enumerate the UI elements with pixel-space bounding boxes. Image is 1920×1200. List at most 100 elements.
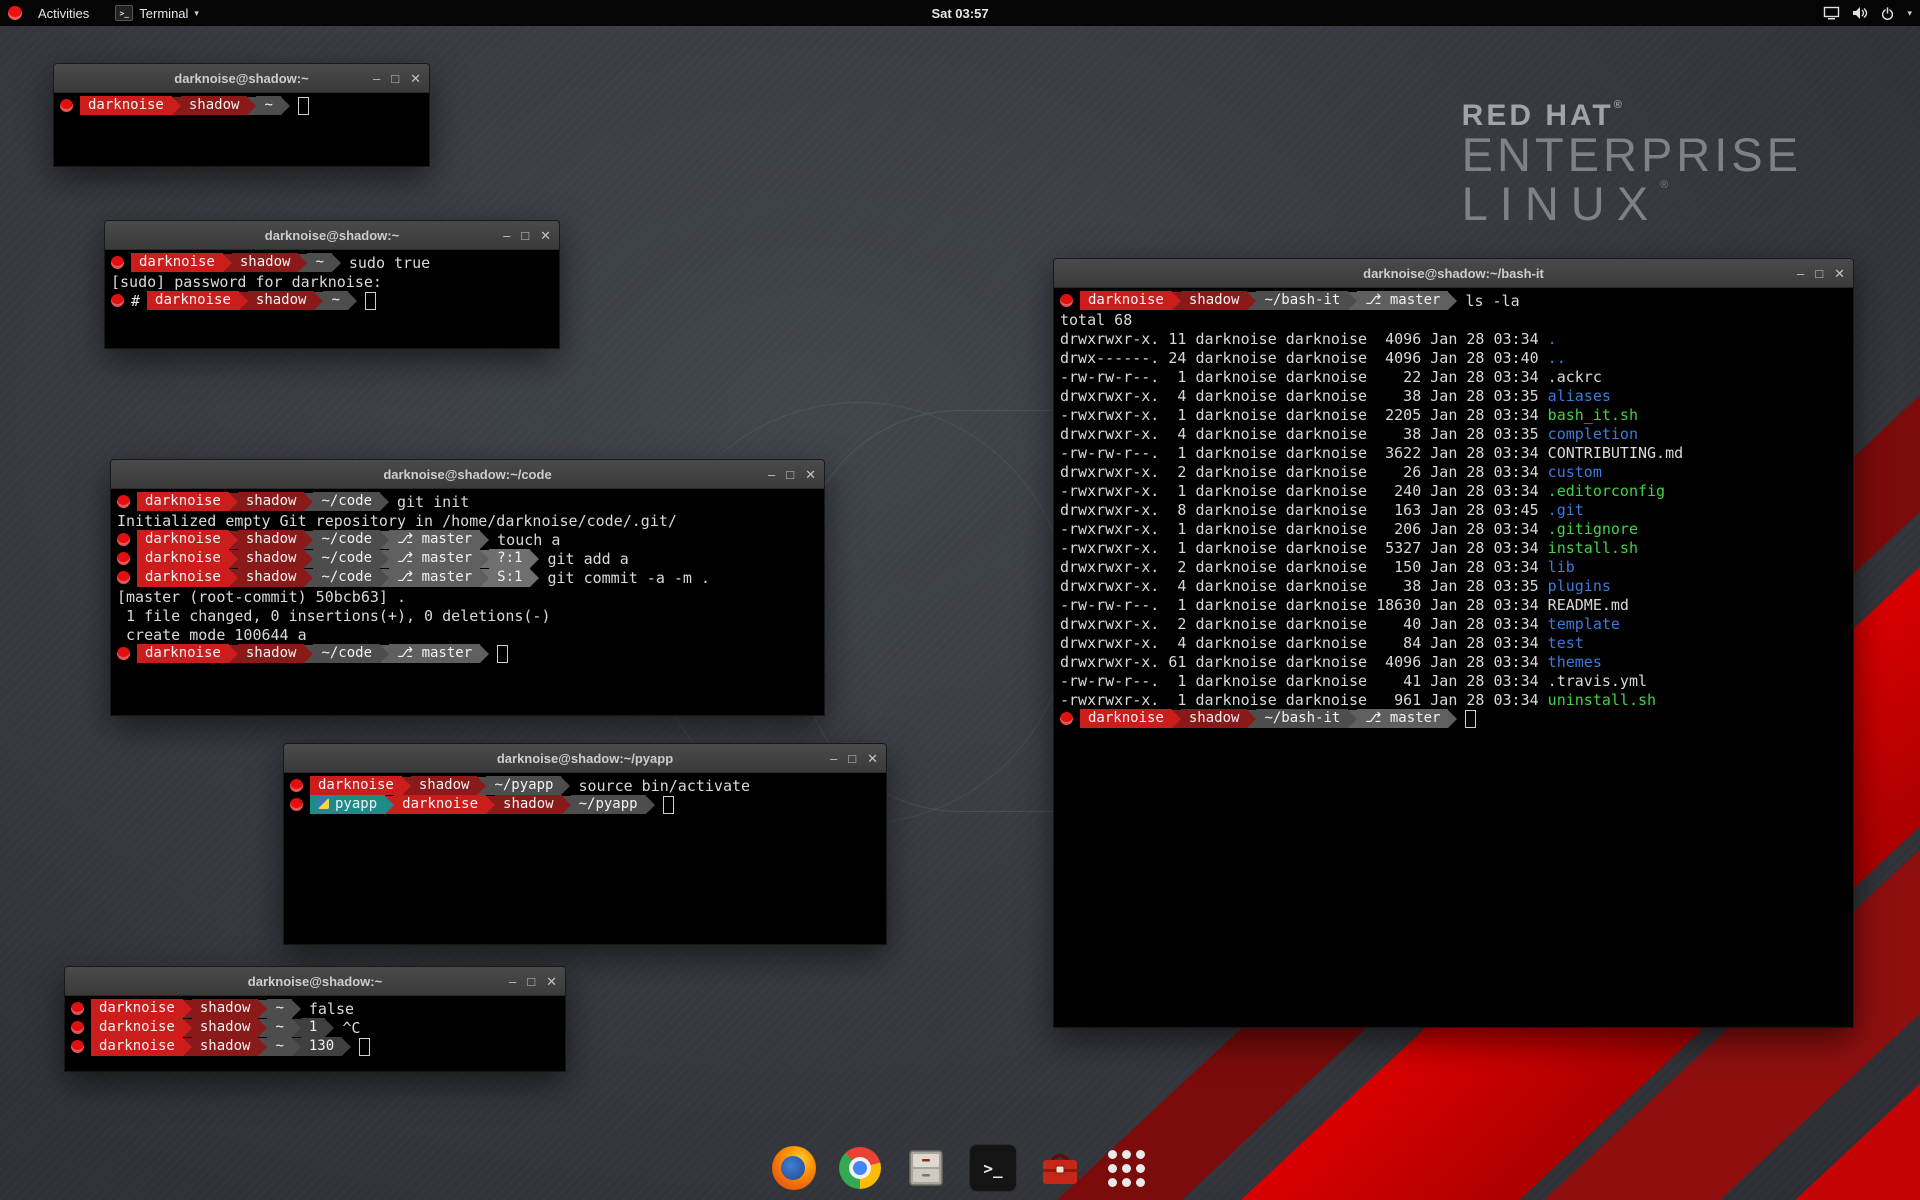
close-button[interactable]: ✕ [1834, 267, 1845, 280]
minimize-button[interactable]: – [373, 72, 380, 85]
command-text: touch a [497, 531, 560, 549]
window-titlebar[interactable]: darknoise@shadow:~ –□ ✕ [54, 64, 429, 93]
maximize-button[interactable]: □ [391, 72, 399, 85]
prompt-segment-user: darknoise [137, 568, 229, 587]
firefox-icon[interactable] [771, 1145, 817, 1191]
close-button[interactable]: ✕ [546, 975, 557, 988]
redhat-prompt-icon [71, 1002, 84, 1015]
prompt-segment-host: shadow [238, 549, 305, 568]
minimize-button[interactable]: – [509, 975, 516, 988]
prompt-segment-git: ⎇ master [1357, 709, 1448, 728]
terminal-window-home-1: darknoise@shadow:~ –□ ✕ darknoiseshadow~ [53, 63, 430, 167]
terminal-cursor [359, 1038, 370, 1056]
window-titlebar[interactable]: darknoise@shadow:~–□✕ [65, 967, 565, 996]
terminal-content[interactable]: darknoiseshadow~falsedarknoiseshadow~1^C… [65, 996, 565, 1071]
segment-arrow-icon [385, 796, 394, 814]
clock[interactable]: Sat 03:57 [931, 6, 988, 21]
terminal-content[interactable]: darknoiseshadow~ [54, 93, 429, 166]
segment-arrow-icon [258, 1038, 267, 1056]
prompt-segment-host: shadow [238, 568, 305, 587]
redhat-prompt-icon [117, 647, 130, 660]
close-button[interactable]: ✕ [805, 468, 816, 481]
terminal-line: Initialized empty Git repository in /hom… [115, 511, 820, 530]
terminal-app-icon: >_ [115, 5, 133, 21]
terminal-content[interactable]: darknoiseshadow~sudo true[sudo] password… [105, 250, 559, 348]
redhat-prompt-icon [290, 779, 303, 792]
maximize-button[interactable]: □ [786, 468, 794, 481]
terminal-line: drwxrwxr-x. 11 darknoise darknoise 4096 … [1058, 329, 1849, 348]
output-text: -rwxrwxr-x. 1 darknoise darknoise 2205 J… [1060, 406, 1638, 424]
minimize-button[interactable]: – [503, 229, 510, 242]
terminal-line: -rw-rw-r--. 1 darknoise darknoise 41 Jan… [1058, 671, 1849, 690]
chrome-icon[interactable] [837, 1145, 883, 1191]
close-button[interactable]: ✕ [410, 72, 421, 85]
segment-arrow-icon [304, 550, 313, 568]
activities-button[interactable]: Activities [28, 0, 99, 26]
terminal-content[interactable]: darknoiseshadow~/codegit initInitialized… [111, 489, 824, 715]
prompt-segment-host: shadow [238, 492, 305, 511]
segment-arrow-icon [258, 1000, 267, 1018]
terminal-line: darknoiseshadow~/code⎇ master [115, 644, 820, 663]
output-text: -rwxrwxr-x. 1 darknoise darknoise 240 Ja… [1060, 482, 1665, 500]
system-status-area[interactable]: ▾ [1823, 0, 1912, 26]
output-fragment: Initialized empty Git repository in /hom… [117, 512, 677, 530]
output-fragment: drwxrwxr-x. 2 darknoise darknoise 150 Ja… [1060, 558, 1548, 576]
segment-arrow-icon [380, 531, 389, 549]
files-icon[interactable] [903, 1145, 949, 1191]
maximize-button[interactable]: □ [848, 752, 856, 765]
segment-arrow-icon [1172, 710, 1181, 728]
toolbox-icon[interactable] [1037, 1145, 1083, 1191]
segment-arrow-icon [1448, 710, 1457, 728]
terminal-line: drwxrwxr-x. 4 darknoise darknoise 38 Jan… [1058, 424, 1849, 443]
app-grid-icon[interactable] [1103, 1145, 1149, 1191]
output-text: -rw-rw-r--. 1 darknoise darknoise 41 Jan… [1060, 672, 1647, 690]
terminal-line: [sudo] password for darknoise: [109, 272, 555, 291]
prompt-segment-path: ~/pyapp [486, 776, 561, 795]
maximize-button[interactable]: □ [1815, 267, 1823, 280]
window-titlebar[interactable]: darknoise@shadow:~/pyapp–□✕ [284, 744, 886, 773]
window-titlebar[interactable]: darknoise@shadow:~/code–□✕ [111, 460, 824, 489]
segment-arrow-icon [229, 531, 238, 549]
terminal-icon[interactable]: >_ [969, 1144, 1017, 1192]
redhat-prompt-icon [1060, 712, 1073, 725]
output-fragment: -rw-rw-r--. 1 darknoise darknoise 18630 … [1060, 596, 1548, 614]
prompt-segment-path: ~/bash-it [1256, 291, 1348, 310]
minimize-button[interactable]: – [768, 468, 775, 481]
app-menu-terminal[interactable]: >_ Terminal ▾ [105, 0, 209, 26]
toolbox-logo [1039, 1147, 1081, 1189]
output-fragment: -rwxrwxr-x. 1 darknoise darknoise 2205 J… [1060, 406, 1548, 424]
output-fragment: .ackrc [1548, 368, 1602, 386]
terminal-content[interactable]: darknoiseshadow~/pyappsource bin/activat… [284, 773, 886, 944]
maximize-button[interactable]: □ [527, 975, 535, 988]
window-titlebar[interactable]: darknoise@shadow:~–□✕ [105, 221, 559, 250]
output-fragment: README.md [1548, 596, 1629, 614]
minimize-button[interactable]: – [1797, 267, 1804, 280]
volume-icon [1852, 6, 1868, 20]
output-text: drwx------. 24 darknoise darknoise 4096 … [1060, 349, 1566, 367]
maximize-button[interactable]: □ [521, 229, 529, 242]
close-button[interactable]: ✕ [540, 229, 551, 242]
output-fragment: CONTRIBUTING.md [1548, 444, 1683, 462]
prompt-segment-git: ⎇ master [1357, 291, 1448, 310]
window-title: darknoise@shadow:~ [174, 71, 308, 86]
output-text: drwxrwxr-x. 2 darknoise darknoise 26 Jan… [1060, 463, 1602, 481]
output-text: -rw-rw-r--. 1 darknoise darknoise 22 Jan… [1060, 368, 1602, 386]
segment-arrow-icon [1247, 710, 1256, 728]
terminal-line: 1 file changed, 0 insertions(+), 0 delet… [115, 606, 820, 625]
directory-name: template [1548, 615, 1620, 633]
app-menu-label: Terminal [139, 6, 188, 21]
segment-arrow-icon [1448, 292, 1457, 310]
chrome-logo [839, 1147, 881, 1189]
terminal-content[interactable]: darknoiseshadow~/bash-it⎇ masterls -lato… [1054, 288, 1853, 1027]
minimize-button[interactable]: – [830, 752, 837, 765]
power-icon [1880, 6, 1895, 21]
close-button[interactable]: ✕ [867, 752, 878, 765]
terminal-line: -rwxrwxr-x. 1 darknoise darknoise 206 Ja… [1058, 519, 1849, 538]
terminal-line: -rwxrwxr-x. 1 darknoise darknoise 961 Ja… [1058, 690, 1849, 709]
window-controls: –□ ✕ [503, 221, 551, 249]
prompt-segment-path: ~/code [313, 530, 380, 549]
output-text: Initialized empty Git repository in /hom… [117, 512, 677, 530]
prompt-segment-user: darknoise [80, 96, 172, 115]
window-titlebar[interactable]: darknoise@shadow:~/bash-it–□✕ [1054, 259, 1853, 288]
segment-arrow-icon [530, 550, 539, 568]
